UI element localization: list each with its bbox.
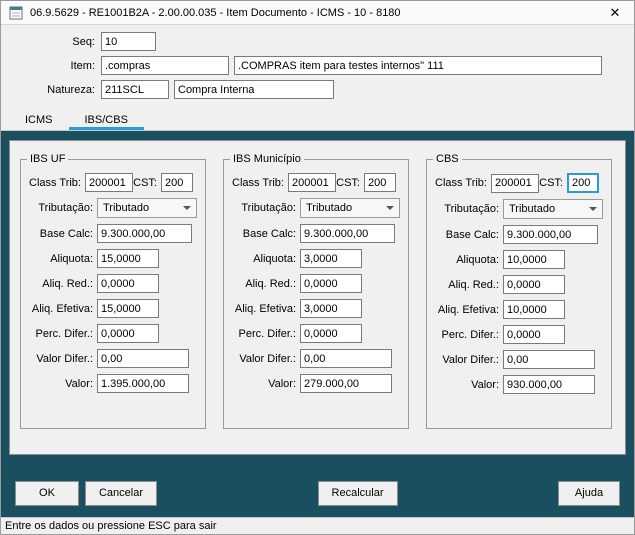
class-trib-label: Class Trib: bbox=[232, 176, 284, 189]
status-bar: Entre os dados ou pressione ESC para sai… bbox=[1, 517, 634, 534]
ibs-uf-group-title: IBS UF bbox=[30, 153, 66, 165]
base-calc-label: Base Calc: bbox=[445, 228, 499, 241]
cbs-cst-input[interactable] bbox=[567, 173, 599, 193]
tributacao-value: Tributado bbox=[103, 202, 150, 214]
cancel-button[interactable]: Cancelar bbox=[85, 480, 157, 506]
ibs-municipio-perc-difer-input[interactable] bbox=[300, 324, 362, 343]
aliquota-label: Aliquota: bbox=[50, 252, 93, 265]
ibs-uf-perc-difer-input[interactable] bbox=[97, 324, 159, 343]
tributacao-label: Tributação: bbox=[241, 202, 296, 214]
cbs-group: CBS Class Trib: CST: Tributação: Tributa… bbox=[426, 153, 612, 429]
cbs-group-title: CBS bbox=[436, 153, 459, 165]
ok-button[interactable]: OK bbox=[15, 480, 79, 506]
tab-bar: ICMS IBS/CBS bbox=[1, 105, 634, 131]
natureza-label: Natureza: bbox=[47, 83, 95, 96]
perc-difer-label: Perc. Difer.: bbox=[238, 327, 296, 340]
natureza-code-input[interactable] bbox=[101, 80, 169, 99]
status-message: Entre os dados ou pressione ESC para sai… bbox=[5, 520, 217, 532]
aliq-red-label: Aliq. Red.: bbox=[448, 278, 499, 291]
valor-difer-label: Valor Difer.: bbox=[36, 352, 93, 365]
cbs-aliquota-input[interactable] bbox=[503, 250, 565, 269]
aliquota-label: Aliquota: bbox=[253, 252, 296, 265]
base-calc-label: Base Calc: bbox=[39, 227, 93, 240]
ibs-municipio-valor-input[interactable] bbox=[300, 374, 392, 393]
cbs-aliq-red-input[interactable] bbox=[503, 275, 565, 294]
ibs-uf-valor-difer-input[interactable] bbox=[97, 349, 189, 368]
cbs-valor-input[interactable] bbox=[503, 375, 595, 394]
aliquota-label: Aliquota: bbox=[456, 253, 499, 266]
ibs-uf-aliq-efetiva-input[interactable] bbox=[97, 299, 159, 318]
tributacao-label: Tributação: bbox=[38, 202, 93, 214]
tributacao-value: Tributado bbox=[306, 202, 353, 214]
cbs-perc-difer-input[interactable] bbox=[503, 325, 565, 344]
cbs-valor-difer-input[interactable] bbox=[503, 350, 595, 369]
tax-panel: IBS UF Class Trib: CST: Tributação: Trib… bbox=[9, 140, 626, 455]
cst-label: CST: bbox=[336, 176, 360, 189]
valor-difer-label: Valor Difer.: bbox=[239, 352, 296, 365]
ibs-uf-class-trib-input[interactable] bbox=[85, 173, 133, 192]
valor-label: Valor: bbox=[471, 378, 499, 391]
cbs-class-trib-input[interactable] bbox=[491, 173, 539, 193]
ibs-uf-aliquota-input[interactable] bbox=[97, 249, 159, 268]
chevron-down-icon bbox=[183, 206, 191, 210]
cbs-base-calc-input[interactable] bbox=[503, 225, 598, 244]
cst-label: CST: bbox=[133, 176, 157, 189]
ibs-municipio-aliq-red-input[interactable] bbox=[300, 274, 362, 293]
app-icon bbox=[9, 6, 23, 19]
tab-icms[interactable]: ICMS bbox=[9, 109, 69, 130]
aliq-red-label: Aliq. Red.: bbox=[42, 277, 93, 290]
chevron-down-icon bbox=[386, 206, 394, 210]
ibs-uf-aliq-red-input[interactable] bbox=[97, 274, 159, 293]
ibs-municipio-cst-input[interactable] bbox=[364, 173, 396, 192]
tributacao-label: Tributação: bbox=[444, 203, 499, 215]
button-bar: OK Cancelar Recalcular Ajuda bbox=[1, 479, 634, 517]
tributacao-value: Tributado bbox=[509, 203, 556, 215]
class-trib-label: Class Trib: bbox=[29, 176, 81, 189]
item-desc-input[interactable] bbox=[234, 56, 602, 75]
ibs-uf-cst-input[interactable] bbox=[161, 173, 193, 192]
perc-difer-label: Perc. Difer.: bbox=[441, 328, 499, 341]
ibs-municipio-group-title: IBS Município bbox=[233, 153, 301, 165]
header-form: Seq: Item: Natureza: bbox=[1, 25, 634, 105]
close-button[interactable]: ✕ bbox=[604, 2, 626, 24]
item-label: Item: bbox=[70, 59, 95, 72]
aliq-red-label: Aliq. Red.: bbox=[245, 277, 296, 290]
ibs-municipio-group: IBS Município Class Trib: CST: Tributaçã… bbox=[223, 153, 409, 429]
cbs-aliq-efetiva-input[interactable] bbox=[503, 300, 565, 319]
cst-label: CST: bbox=[539, 177, 563, 189]
dialog-window: 06.9.5629 - RE1001B2A - 2.00.00.035 - It… bbox=[0, 0, 635, 535]
ibs-municipio-class-trib-input[interactable] bbox=[288, 173, 336, 192]
perc-difer-label: Perc. Difer.: bbox=[35, 327, 93, 340]
title-bar: 06.9.5629 - RE1001B2A - 2.00.00.035 - It… bbox=[1, 1, 634, 25]
ibs-municipio-base-calc-input[interactable] bbox=[300, 224, 395, 243]
class-trib-label: Class Trib: bbox=[435, 177, 487, 189]
ibs-municipio-aliq-efetiva-input[interactable] bbox=[300, 299, 362, 318]
ibs-uf-group: IBS UF Class Trib: CST: Tributação: Trib… bbox=[20, 153, 206, 429]
seq-label: Seq: bbox=[72, 35, 95, 48]
content-area: IBS UF Class Trib: CST: Tributação: Trib… bbox=[1, 131, 634, 517]
aliq-efetiva-label: Aliq. Efetiva: bbox=[234, 302, 296, 315]
base-calc-label: Base Calc: bbox=[242, 227, 296, 240]
ibs-uf-base-calc-input[interactable] bbox=[97, 224, 192, 243]
recalculate-button[interactable]: Recalcular bbox=[317, 480, 398, 506]
ibs-municipio-tributacao-select[interactable]: Tributado bbox=[300, 198, 400, 218]
ibs-municipio-valor-difer-input[interactable] bbox=[300, 349, 392, 368]
window-title: 06.9.5629 - RE1001B2A - 2.00.00.035 - It… bbox=[30, 6, 401, 19]
aliq-efetiva-label: Aliq. Efetiva: bbox=[31, 302, 93, 315]
tab-ibs-cbs[interactable]: IBS/CBS bbox=[68, 109, 144, 130]
chevron-down-icon bbox=[589, 207, 597, 211]
help-button[interactable]: Ajuda bbox=[558, 480, 620, 506]
valor-difer-label: Valor Difer.: bbox=[442, 353, 499, 366]
aliq-efetiva-label: Aliq. Efetiva: bbox=[437, 303, 499, 316]
valor-label: Valor: bbox=[65, 377, 93, 390]
ibs-municipio-aliquota-input[interactable] bbox=[300, 249, 362, 268]
ibs-uf-valor-input[interactable] bbox=[97, 374, 189, 393]
natureza-desc-input[interactable] bbox=[174, 80, 334, 99]
cbs-tributacao-select[interactable]: Tributado bbox=[503, 199, 603, 219]
ibs-uf-tributacao-select[interactable]: Tributado bbox=[97, 198, 197, 218]
seq-input[interactable] bbox=[101, 32, 156, 51]
item-code-input[interactable] bbox=[101, 56, 229, 75]
valor-label: Valor: bbox=[268, 377, 296, 390]
